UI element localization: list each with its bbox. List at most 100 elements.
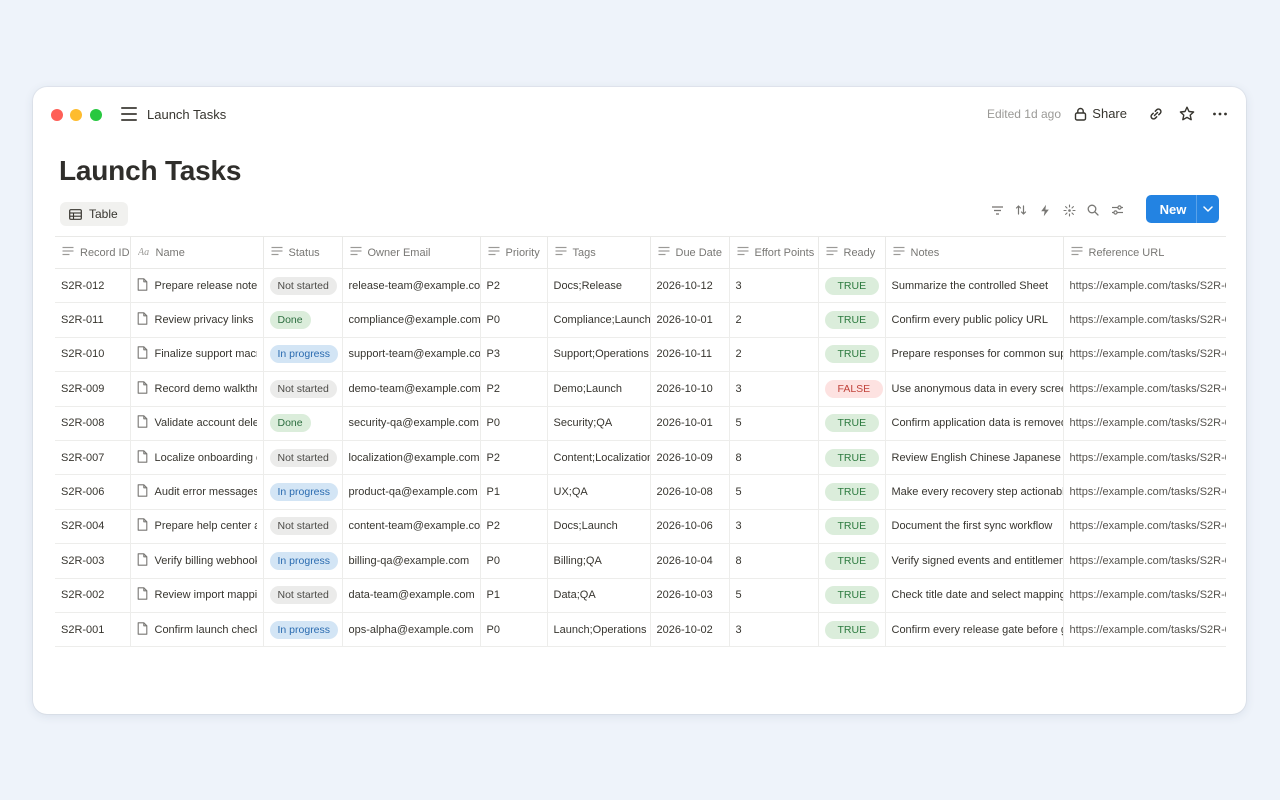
name-cell[interactable]: Confirm launch checklist	[130, 612, 264, 648]
owner-email-cell[interactable]: data-team@example.com	[342, 578, 481, 613]
priority-cell[interactable]: P2	[480, 509, 548, 545]
column-header-priority[interactable]: Priority	[480, 236, 548, 269]
record-id-cell[interactable]: S2R-010	[55, 337, 131, 373]
ai-sparkle-icon[interactable]	[1060, 201, 1078, 219]
effort-points-cell[interactable]: 5	[729, 406, 819, 441]
due-date-cell[interactable]: 2026-10-08	[650, 474, 730, 510]
tags-cell[interactable]: Docs;Launch	[547, 509, 651, 545]
table-row[interactable]: S2R-003 Verify billing webhook In progress…	[55, 543, 1226, 579]
column-header-tags[interactable]: Tags	[547, 236, 651, 269]
column-header-ready[interactable]: Ready	[818, 236, 886, 269]
menu-icon[interactable]	[121, 107, 137, 121]
automation-bolt-icon[interactable]	[1036, 201, 1054, 219]
effort-points-cell[interactable]: 3	[729, 509, 819, 545]
due-date-cell[interactable]: 2026-10-11	[650, 337, 730, 373]
filter-icon[interactable]	[988, 201, 1006, 219]
ready-cell[interactable]: TRUE	[818, 406, 886, 441]
task-name[interactable]: Record demo walkthrough	[155, 383, 257, 395]
notes-cell[interactable]: Verify signed events and entitlements	[885, 543, 1064, 579]
ready-cell[interactable]: TRUE	[818, 543, 886, 579]
task-name[interactable]: Validate account deletion	[155, 417, 257, 429]
task-name[interactable]: Confirm launch checklist	[155, 624, 257, 636]
name-cell[interactable]: Record demo walkthrough	[130, 371, 264, 407]
ready-cell[interactable]: TRUE	[818, 578, 886, 613]
notes-cell[interactable]: Review English Chinese Japanese	[885, 440, 1064, 476]
owner-email-cell[interactable]: demo-team@example.com	[342, 371, 481, 407]
status-cell[interactable]: Not started	[263, 268, 343, 304]
effort-points-cell[interactable]: 2	[729, 302, 819, 338]
record-id-cell[interactable]: S2R-003	[55, 543, 131, 579]
tags-cell[interactable]: Docs;Release	[547, 268, 651, 304]
due-date-cell[interactable]: 2026-10-06	[650, 509, 730, 545]
status-cell[interactable]: Done	[263, 302, 343, 338]
effort-points-cell[interactable]: 3	[729, 268, 819, 304]
owner-email-cell[interactable]: content-team@example.com	[342, 509, 481, 545]
owner-email-cell[interactable]: support-team@example.com	[342, 337, 481, 373]
due-date-cell[interactable]: 2026-10-01	[650, 302, 730, 338]
ready-cell[interactable]: TRUE	[818, 474, 886, 510]
task-name[interactable]: Review import mapping	[155, 589, 257, 601]
due-date-cell[interactable]: 2026-10-01	[650, 406, 730, 441]
priority-cell[interactable]: P0	[480, 612, 548, 648]
due-date-cell[interactable]: 2026-10-09	[650, 440, 730, 476]
name-cell[interactable]: Verify billing webhook	[130, 543, 264, 579]
reference-url-cell[interactable]: https://example.com/tasks/S2R-007	[1063, 440, 1227, 476]
column-header-owner-email[interactable]: Owner Email	[342, 236, 481, 269]
effort-points-cell[interactable]: 2	[729, 337, 819, 373]
column-header-name[interactable]: Aa Name	[130, 236, 264, 269]
priority-cell[interactable]: P2	[480, 371, 548, 407]
minimize-window-button[interactable]	[70, 109, 82, 121]
reference-url[interactable]: https://example.com/tasks/S2R-007	[1070, 452, 1227, 464]
priority-cell[interactable]: P0	[480, 543, 548, 579]
ready-cell[interactable]: TRUE	[818, 337, 886, 373]
notes-cell[interactable]: Confirm every release gate before go	[885, 612, 1064, 648]
reference-url-cell[interactable]: https://example.com/tasks/S2R-004	[1063, 509, 1226, 545]
owner-email-cell[interactable]: release-team@example.com	[342, 268, 481, 304]
reference-url[interactable]: https://example.com/tasks/S2R-010	[1070, 348, 1227, 360]
ready-cell[interactable]: TRUE	[818, 302, 886, 338]
effort-points-cell[interactable]: 8	[729, 543, 819, 579]
record-id-cell[interactable]: S2R-006	[55, 474, 131, 510]
effort-points-cell[interactable]: 5	[729, 474, 819, 510]
table-row[interactable]: S2R-012 Prepare release notes Not started r…	[55, 268, 1226, 304]
due-date-cell[interactable]: 2026-10-04	[650, 543, 730, 579]
status-cell[interactable]: Not started	[263, 440, 343, 476]
name-cell[interactable]: Review privacy links	[130, 302, 264, 338]
table-row[interactable]: S2R-008 Validate account deletion Done secu…	[55, 406, 1227, 441]
ready-cell[interactable]: FALSE	[818, 371, 886, 407]
close-window-button[interactable]	[51, 109, 63, 121]
status-cell[interactable]: Not started	[263, 578, 343, 613]
status-cell[interactable]: In progress	[263, 612, 343, 648]
task-name[interactable]: Verify billing webhook	[155, 555, 257, 567]
tags-cell[interactable]: Content;Localization	[547, 440, 651, 476]
notes-cell[interactable]: Document the first sync workflow	[885, 509, 1064, 545]
task-name[interactable]: Finalize support macros	[155, 348, 257, 360]
record-id-cell[interactable]: S2R-011	[55, 302, 131, 338]
reference-url[interactable]: https://example.com/tasks/S2R-009	[1070, 383, 1227, 395]
view-tab-table[interactable]: Table	[60, 202, 128, 226]
name-cell[interactable]: Finalize support macros	[130, 337, 264, 373]
notes-cell[interactable]: Confirm every public policy URL	[885, 302, 1064, 338]
notes-cell[interactable]: Check title date and select mapping	[885, 578, 1064, 613]
record-id-cell[interactable]: S2R-004	[55, 509, 131, 545]
status-cell[interactable]: In progress	[263, 337, 343, 373]
name-cell[interactable]: Prepare release notes	[130, 268, 264, 304]
more-options-icon[interactable]	[1211, 105, 1229, 123]
sort-icon[interactable]	[1012, 201, 1030, 219]
reference-url[interactable]: https://example.com/tasks/S2R-006	[1070, 486, 1227, 498]
reference-url-cell[interactable]: https://example.com/tasks/S2R-008	[1063, 406, 1227, 441]
search-icon[interactable]	[1084, 201, 1102, 219]
tags-cell[interactable]: Launch;Operations	[547, 612, 651, 648]
owner-email-cell[interactable]: ops-alpha@example.com	[342, 612, 481, 648]
reference-url-cell[interactable]: https://example.com/tasks/S2R-011	[1063, 302, 1226, 338]
priority-cell[interactable]: P0	[480, 406, 548, 441]
notes-cell[interactable]: Confirm application data is removed	[885, 406, 1064, 441]
task-name[interactable]: Review privacy links	[155, 314, 254, 326]
ready-cell[interactable]: TRUE	[818, 612, 886, 648]
name-cell[interactable]: Prepare help center article	[130, 509, 264, 545]
tags-cell[interactable]: Data;QA	[547, 578, 651, 613]
column-header-reference-url[interactable]: Reference URL	[1063, 236, 1226, 269]
table-row[interactable]: S2R-010 Finalize support macros In progres…	[55, 337, 1227, 373]
reference-url[interactable]: https://example.com/tasks/S2R-008	[1070, 417, 1227, 429]
task-name[interactable]: Audit error messages	[155, 486, 257, 498]
